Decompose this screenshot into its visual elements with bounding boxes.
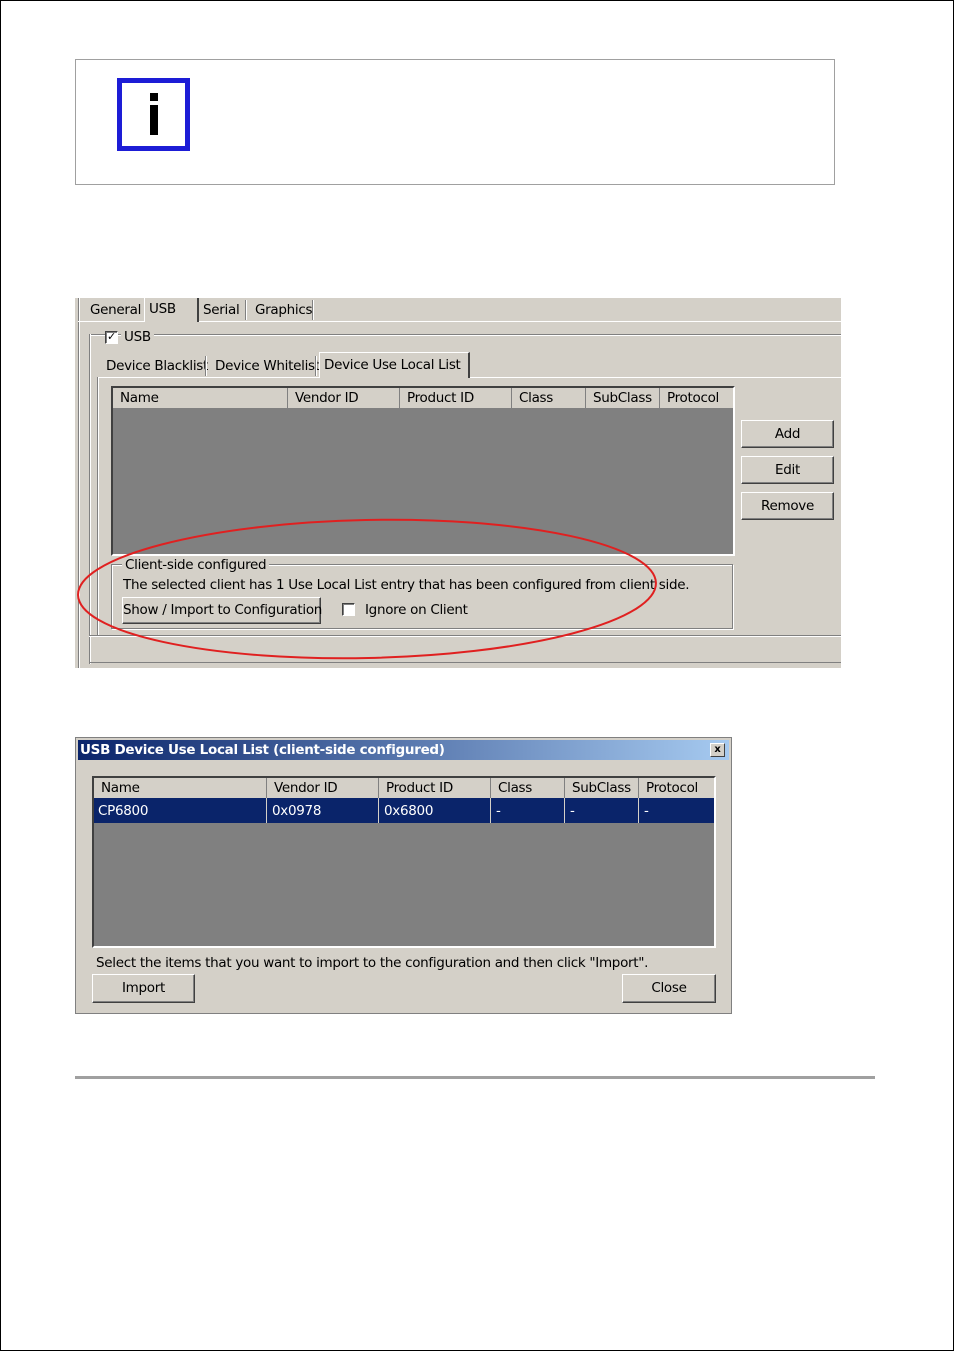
column-header-protocol[interactable]: Protocol: [639, 778, 714, 798]
info-icon: [117, 78, 190, 151]
tab-device-use-local-list[interactable]: Device Use Local List: [319, 352, 470, 378]
column-header-class[interactable]: Class: [491, 778, 565, 798]
column-header-name[interactable]: Name: [94, 778, 267, 798]
dialog-instruction: Select the items that you want to import…: [96, 955, 649, 971]
cell-vendor-id: 0x0978: [267, 798, 379, 823]
close-icon[interactable]: x: [710, 743, 725, 757]
usb-config-screenshot: General USB Serial Graphics ✓ USB Device…: [75, 298, 841, 668]
cell-name: CP6800: [94, 798, 267, 823]
column-header-subclass[interactable]: SubClass: [565, 778, 639, 798]
usb-device-use-local-list-dialog: USB Device Use Local List (client-side c…: [75, 737, 732, 1014]
cell-product-id: 0x6800: [379, 798, 491, 823]
dialog-title-bar: USB Device Use Local List (client-side c…: [78, 740, 729, 760]
cell-subclass: -: [565, 798, 639, 823]
import-button[interactable]: Import: [92, 974, 195, 1003]
horizontal-rule: [75, 1076, 875, 1079]
close-button[interactable]: Close: [622, 974, 716, 1003]
tab-usb[interactable]: USB: [144, 298, 199, 322]
dialog-title: USB Device Use Local List (client-side c…: [80, 742, 445, 758]
table-row[interactable]: CP6800 0x0978 0x6800 - - -: [94, 798, 714, 823]
page-border: [0, 0, 954, 1351]
column-header-vendor-id[interactable]: Vendor ID: [267, 778, 379, 798]
dialog-device-list[interactable]: Name Vendor ID Product ID Class SubClass…: [92, 776, 716, 948]
cell-protocol: -: [644, 803, 649, 819]
dialog-list-header: Name Vendor ID Product ID Class SubClass…: [94, 778, 714, 798]
cell-class: -: [491, 798, 565, 823]
column-header-product-id[interactable]: Product ID: [379, 778, 491, 798]
